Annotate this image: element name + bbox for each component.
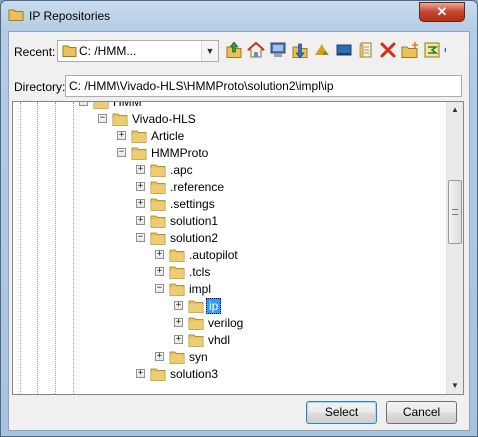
folder-icon bbox=[131, 130, 147, 143]
tree-node-label[interactable]: solution1 bbox=[168, 214, 220, 228]
tree-node-label[interactable]: syn bbox=[187, 350, 210, 364]
directory-label: Directory: bbox=[14, 80, 66, 94]
folder-icon bbox=[8, 9, 24, 21]
tree-scrollbar[interactable]: ▲ ▼ bbox=[446, 102, 463, 394]
ip-repositories-dialog: IP Repositories ✕ Recent: C: /HMM... ▼ D… bbox=[0, 0, 478, 437]
dialog-body: Recent: C: /HMM... ▼ Directory: C: /HMM\… bbox=[8, 31, 470, 431]
expand-toggle-icon[interactable]: + bbox=[136, 199, 145, 208]
folder-icon bbox=[112, 113, 128, 126]
tree-guide-line bbox=[73, 102, 74, 394]
vivado-icon[interactable] bbox=[312, 40, 332, 60]
expand-toggle-icon[interactable]: + bbox=[174, 301, 183, 310]
chevron-down-icon[interactable]: ▼ bbox=[201, 41, 218, 61]
new-folder-icon[interactable] bbox=[400, 40, 420, 60]
overflow-icon[interactable] bbox=[444, 40, 452, 60]
expand-toggle-icon[interactable]: + bbox=[174, 318, 183, 327]
scroll-down-arrow-icon[interactable]: ▼ bbox=[447, 378, 463, 394]
expand-toggle-icon[interactable]: + bbox=[155, 352, 164, 361]
folder-icon bbox=[150, 181, 166, 194]
tree-node-label[interactable]: impl bbox=[187, 282, 213, 296]
folder-icon bbox=[93, 102, 109, 109]
expand-toggle-icon[interactable]: + bbox=[136, 369, 145, 378]
cancel-button[interactable]: Cancel bbox=[386, 401, 457, 424]
tree-node-label[interactable]: .tcls bbox=[187, 265, 212, 279]
directory-field[interactable]: C: /HMM\Vivado-HLS\HMMProto\solution2\im… bbox=[65, 75, 462, 97]
folder-icon bbox=[62, 45, 77, 57]
grip-icon bbox=[452, 209, 458, 215]
scroll-up-arrow-icon[interactable]: ▲ bbox=[447, 102, 463, 118]
scrollbar-thumb[interactable] bbox=[448, 180, 462, 244]
refresh-icon[interactable] bbox=[422, 40, 442, 60]
tree-node-label[interactable]: Article bbox=[149, 129, 186, 143]
up-folder-icon[interactable] bbox=[224, 40, 244, 60]
collapse-toggle-icon[interactable]: − bbox=[98, 114, 107, 123]
tree-guide-line bbox=[37, 102, 38, 394]
collapse-toggle-icon[interactable]: − bbox=[79, 102, 88, 106]
folder-icon bbox=[188, 317, 204, 330]
folder-icon bbox=[188, 300, 204, 313]
tree-node-label[interactable]: solution2 bbox=[168, 231, 220, 245]
delete-icon[interactable] bbox=[378, 40, 398, 60]
folder-icon bbox=[169, 266, 185, 279]
folder-icon bbox=[150, 368, 166, 381]
home-icon[interactable] bbox=[246, 40, 266, 60]
expand-toggle-icon[interactable]: + bbox=[174, 335, 183, 344]
folder-icon bbox=[169, 283, 185, 296]
select-button[interactable]: Select bbox=[306, 401, 377, 424]
collapse-toggle-icon[interactable]: − bbox=[155, 284, 164, 293]
tree-node-label[interactable]: solution3 bbox=[168, 367, 220, 381]
folder-icon bbox=[150, 232, 166, 245]
folder-icon bbox=[188, 334, 204, 347]
expand-toggle-icon[interactable]: + bbox=[155, 250, 164, 259]
tree-node-label[interactable]: Vivado-HLS bbox=[130, 112, 198, 126]
computer-icon[interactable] bbox=[268, 40, 288, 60]
folder-icon bbox=[150, 164, 166, 177]
collapse-toggle-icon[interactable]: − bbox=[117, 148, 126, 157]
folder-icon bbox=[150, 198, 166, 211]
folder-icon bbox=[131, 147, 147, 160]
tree-node-label[interactable]: .settings bbox=[168, 197, 217, 211]
folder-icon bbox=[169, 351, 185, 364]
expand-toggle-icon[interactable]: + bbox=[136, 165, 145, 174]
recent-value: C: /HMM... bbox=[79, 44, 137, 58]
tree-guide-line bbox=[55, 102, 56, 394]
collapse-toggle-icon[interactable]: − bbox=[136, 233, 145, 242]
close-button[interactable]: ✕ bbox=[419, 2, 465, 22]
recent-label: Recent: bbox=[14, 45, 56, 59]
expand-toggle-icon[interactable]: + bbox=[117, 131, 126, 140]
tree-guide-line bbox=[20, 102, 21, 394]
window-title: IP Repositories bbox=[29, 9, 111, 23]
download-folder-icon[interactable] bbox=[290, 40, 310, 60]
tree-node-label[interactable]: HMMProto bbox=[149, 146, 210, 160]
expand-toggle-icon[interactable]: + bbox=[155, 267, 164, 276]
tree-node-label[interactable]: verilog bbox=[206, 316, 245, 330]
tree-node-label[interactable]: vhdl bbox=[206, 333, 232, 347]
title-bar[interactable]: IP Repositories ✕ bbox=[1, 1, 477, 31]
tree-node-label[interactable]: .apc bbox=[168, 163, 195, 177]
recent-dropdown[interactable]: C: /HMM... ▼ bbox=[57, 40, 219, 62]
documents-icon[interactable] bbox=[356, 40, 376, 60]
folder-icon bbox=[150, 215, 166, 228]
folder-icon bbox=[169, 249, 185, 262]
tree-node-label[interactable]: ip bbox=[206, 298, 222, 314]
desktop-icon[interactable] bbox=[334, 40, 354, 60]
expand-toggle-icon[interactable]: + bbox=[136, 216, 145, 225]
tree-node-label[interactable]: .autopilot bbox=[187, 248, 240, 262]
tree-node-label[interactable]: .reference bbox=[168, 180, 226, 194]
directory-tree[interactable]: − HMM − Vivado-HLS + Article − HMMProto + .apc + .r… bbox=[12, 101, 464, 395]
tree-node-label[interactable]: HMM bbox=[111, 102, 144, 109]
expand-toggle-icon[interactable]: + bbox=[136, 182, 145, 191]
